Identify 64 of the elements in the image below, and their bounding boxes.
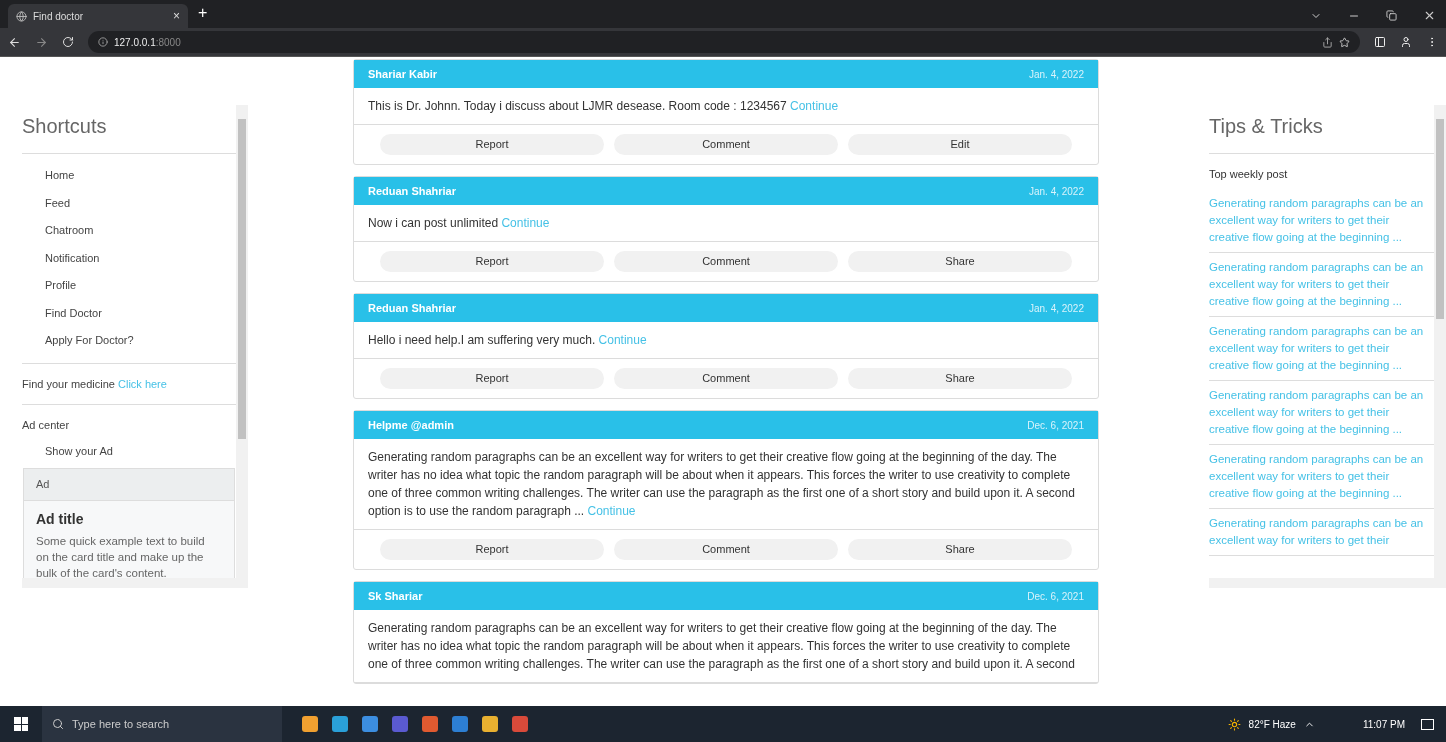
shortcut-link[interactable]: Notification [45, 244, 100, 272]
scrollbar[interactable] [1434, 105, 1446, 578]
ad-text: Some quick example text to build on the card title and make up the bulk of the card's content. [36, 533, 206, 578]
scrollbar[interactable] [236, 105, 248, 578]
ad-card-header: Ad [24, 469, 234, 501]
post-text: Now i can post unlimited Continue [368, 215, 551, 232]
post-date: Dec. 6, 2021 [1027, 589, 1084, 604]
shortcut-link[interactable]: Profile [45, 272, 77, 300]
show-ad-link[interactable]: Show your Ad [22, 433, 236, 468]
shortcut-link[interactable]: Home [45, 162, 75, 190]
action-button[interactable]: Comment [614, 251, 838, 272]
reload-icon[interactable] [62, 36, 74, 48]
post-date: Jan. 4, 2022 [1028, 184, 1084, 199]
action-button[interactable]: Report [380, 368, 604, 389]
action-button[interactable]: Report [380, 539, 604, 560]
post-text: Generating random paragraphs can be an excellent way for writers to get their creative flow going at the beginning of the day. The writer has no idea what topic the random paragraph will be about when it appears. This forces the writer to use creativity to complete one of three common writing challenges. The writer can use the paragraph as the first one of a short story and build upon it. A second [368, 620, 1076, 673]
globe-icon [16, 10, 27, 22]
new-tab-button[interactable]: + [198, 1, 208, 25]
back-icon[interactable] [8, 35, 21, 49]
post-date: Dec. 6, 2021 [1027, 418, 1084, 433]
action-button[interactable]: Share [848, 251, 1072, 272]
post-date: Jan. 4, 2022 [1028, 301, 1084, 316]
browser-tab[interactable]: Find doctor × [8, 4, 188, 28]
close-icon[interactable] [1423, 9, 1436, 22]
weather-icon [1227, 717, 1241, 731]
restore-icon[interactable] [1386, 10, 1397, 21]
post-text: Hello i need help.I am suffering very much. Continue [368, 332, 648, 349]
share-icon[interactable] [1322, 36, 1333, 48]
weather-text: 82°F Haze [1248, 717, 1296, 732]
post-text: This is Dr. Johnn. Today i discuss about LJMR desease. Room code : 1234567 Continue [368, 98, 840, 115]
tab-title: Find doctor [33, 9, 85, 24]
shortcut-link[interactable]: Apply For Doctor? [45, 327, 134, 355]
medicine-label: Find your medicine [22, 377, 115, 390]
star-icon[interactable] [1339, 36, 1350, 48]
ad-title: Ad title [36, 509, 85, 529]
search-icon [52, 718, 64, 730]
shortcut-link[interactable]: Feed [45, 189, 71, 217]
app-icon[interactable] [302, 716, 318, 732]
app-icon[interactable] [482, 716, 498, 732]
info-icon [98, 37, 108, 47]
horizontal-scrollbar[interactable] [22, 578, 248, 588]
clock-time: 11:07 PM [1362, 717, 1405, 732]
windows-start-icon[interactable] [14, 717, 28, 731]
action-button[interactable]: Edit [848, 134, 1072, 155]
shortcut-link[interactable]: Find Doctor [45, 299, 102, 327]
side-panel-icon[interactable] [1374, 36, 1386, 48]
post-date: Jan. 4, 2022 [1028, 67, 1084, 82]
action-button[interactable]: Share [848, 368, 1072, 389]
forward-icon[interactable] [35, 35, 48, 49]
tab-close[interactable]: × [173, 7, 180, 25]
action-button[interactable]: Comment [614, 368, 838, 389]
action-button[interactable]: Report [380, 251, 604, 272]
action-button[interactable]: Comment [614, 134, 838, 155]
tips-subtitle: Top weekly post [1209, 167, 1289, 182]
shortcut-link[interactable]: Chatroom [45, 217, 94, 245]
post-text: Generating random paragraphs can be an excellent way for writers to get their creative flow going at the beginning of the day. The writer has no idea what topic the random paragraph will be about when it appears. This forces the writer to use creativity to complete one of three common writing challenges. The writer can use the paragraph as the first one of a short story and build upon it. A second option is to use the random paragraph ... Continue [368, 449, 1076, 520]
taskbar-search-field[interactable]: Type here to search [42, 706, 282, 742]
ad-center-label: Ad center [22, 418, 71, 433]
address-bar[interactable]: 127.0.0.1:8000 [88, 31, 1360, 53]
url-text: 127.0.0.1:8000 [114, 35, 181, 50]
action-button[interactable]: Comment [614, 539, 838, 560]
profile-icon[interactable] [1400, 36, 1412, 48]
action-button[interactable]: Report [380, 134, 604, 155]
action-button[interactable]: Share [848, 539, 1072, 560]
